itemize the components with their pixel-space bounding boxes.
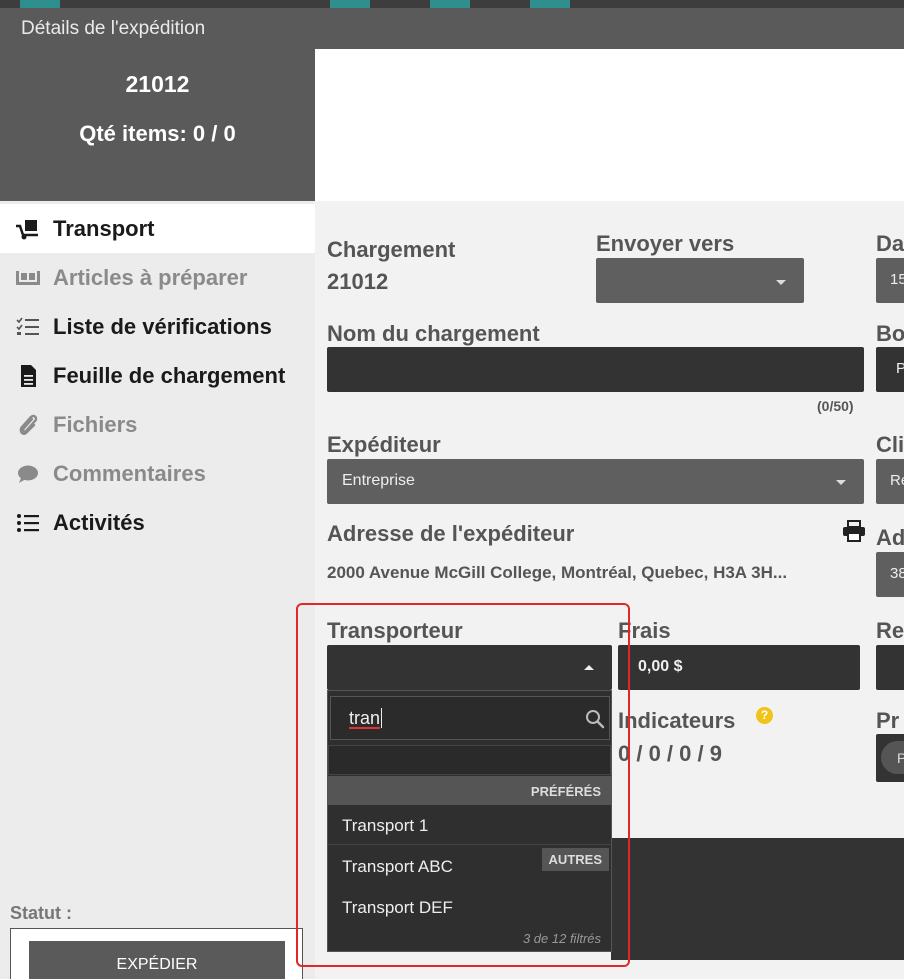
comment-icon xyxy=(14,462,42,486)
sidebar-item-label: Activités xyxy=(53,509,145,535)
option-label: Transport 1 xyxy=(342,816,429,835)
status-box: EXPÉDIER xyxy=(10,928,303,979)
nom-chargement-counter: (0/50) xyxy=(817,398,854,414)
date-field[interactable]: 15 xyxy=(876,258,904,303)
expediteur-value: Entreprise xyxy=(342,472,415,489)
option-label: Transport DEF xyxy=(342,898,453,917)
envoyer-vers-select[interactable] xyxy=(596,258,804,303)
client-value: Re xyxy=(890,472,904,489)
dolly-icon xyxy=(14,217,42,241)
adresse-destinataire-label: Ad xyxy=(876,525,904,550)
document-icon xyxy=(14,364,42,388)
adresse-destinataire-value: 38 xyxy=(890,565,904,582)
search-icon xyxy=(585,709,605,734)
dropdown-group-preferes: PRÉFÉRÉS xyxy=(328,776,611,805)
client-label: Cli xyxy=(876,432,904,457)
client-select[interactable]: Re xyxy=(876,459,904,504)
shipment-id: 21012 xyxy=(125,71,190,97)
dropdown-option-transport-def[interactable]: Transport DEF xyxy=(328,887,611,927)
dropdown-option-transport-abc[interactable]: Transport ABC AUTRES xyxy=(328,846,611,886)
dropdown-filter-count: 3 de 12 filtrés xyxy=(522,931,601,946)
transport-form: Chargement 21012 Envoyer vers Da 15 Nom … xyxy=(315,201,904,979)
shipment-qty: Qté items: 0 / 0 xyxy=(79,121,236,146)
nom-chargement-label: Nom du chargement xyxy=(327,321,540,346)
checklist-icon xyxy=(14,315,42,339)
transporteur-select[interactable] xyxy=(327,645,612,690)
frais-label: Frais xyxy=(618,618,671,643)
ship-button[interactable]: EXPÉDIER xyxy=(29,941,285,979)
dropdown-search-input[interactable]: tran xyxy=(330,696,610,740)
pr-toggle[interactable]: P xyxy=(881,741,904,774)
pr-field[interactable]: P xyxy=(876,734,904,782)
indicateurs-value: 0 / 0 / 0 / 9 xyxy=(618,741,722,766)
frais-input[interactable]: 0,00 $ xyxy=(618,645,860,690)
date-value: 15 xyxy=(890,271,904,288)
dropdown-search-value: tran xyxy=(349,708,381,729)
paperclip-icon xyxy=(14,413,42,437)
pallet-icon xyxy=(14,266,42,290)
sidebar-item-label: Commentaires xyxy=(53,460,206,486)
sidebar: 21012 Qté items: 0 / 0 Transport Article… xyxy=(0,49,315,979)
bo-label: Bo xyxy=(876,321,904,346)
expediteur-select[interactable]: Entreprise xyxy=(327,459,864,504)
sidebar-item-transport[interactable]: Transport xyxy=(0,204,315,253)
sidebar-nav: Transport Articles à préparer Liste de v… xyxy=(0,204,315,547)
envoyer-vers-label: Envoyer vers xyxy=(596,231,735,256)
shipment-header: 21012 Qté items: 0 / 0 xyxy=(0,49,315,201)
chargement-label: Chargement xyxy=(327,237,456,262)
frais-value: 0,00 $ xyxy=(638,658,683,675)
nom-chargement-input[interactable] xyxy=(327,347,864,392)
dropdown-empty-option[interactable] xyxy=(328,745,611,775)
re-label: Re xyxy=(876,618,904,643)
sidebar-item-label: Feuille de chargement xyxy=(53,362,286,388)
chevron-down-icon xyxy=(776,280,786,285)
date-label: Da xyxy=(876,231,904,256)
text-cursor xyxy=(381,708,382,728)
adresse-expediteur-label: Adresse de l'expéditeur xyxy=(327,521,575,546)
header-band xyxy=(315,49,904,201)
sidebar-item-label: Articles à préparer xyxy=(53,264,248,290)
adresse-expediteur-value: 2000 Avenue McGill College, Montréal, Qu… xyxy=(327,563,788,582)
adresse-destinataire-field[interactable]: 38 xyxy=(876,552,904,597)
chargement-value: 21012 xyxy=(327,269,389,294)
sidebar-item-checklist[interactable]: Liste de vérifications xyxy=(0,302,315,351)
status-label: Statut : xyxy=(10,903,72,923)
sidebar-item-activities[interactable]: Activités xyxy=(0,498,315,547)
re-field[interactable] xyxy=(876,645,904,690)
sidebar-item-label: Liste de vérifications xyxy=(53,313,272,339)
list-icon xyxy=(14,511,42,535)
window-title: Détails de l'expédition xyxy=(0,8,904,49)
bottom-panel xyxy=(611,838,904,960)
sidebar-item-label: Transport xyxy=(53,215,155,241)
chevron-up-icon xyxy=(584,665,594,670)
transporteur-label: Transporteur xyxy=(327,618,463,643)
sidebar-item-articles[interactable]: Articles à préparer xyxy=(0,253,315,302)
sidebar-item-label: Fichiers xyxy=(53,411,138,437)
sidebar-item-loading-sheet[interactable]: Feuille de chargement xyxy=(0,351,315,400)
help-icon[interactable]: ? xyxy=(756,707,773,724)
bo-value: P xyxy=(896,360,904,377)
sidebar-item-files[interactable]: Fichiers xyxy=(0,400,315,449)
top-toolbar-strip xyxy=(0,0,904,8)
expediteur-label: Expéditeur xyxy=(327,432,441,457)
dropdown-option-transport-1[interactable]: Transport 1 xyxy=(328,805,611,845)
bo-field[interactable]: P xyxy=(876,347,904,392)
transporteur-dropdown: tran PRÉFÉRÉS Transport 1 Transport ABC … xyxy=(327,690,612,952)
sidebar-item-comments[interactable]: Commentaires xyxy=(0,449,315,498)
print-icon[interactable] xyxy=(842,520,866,547)
pr-label: Pr xyxy=(876,708,900,733)
indicateurs-label: Indicateurs xyxy=(618,708,736,733)
dropdown-group-autres: AUTRES xyxy=(541,848,609,871)
option-label: Transport ABC xyxy=(342,857,453,876)
chevron-down-icon xyxy=(836,480,846,485)
